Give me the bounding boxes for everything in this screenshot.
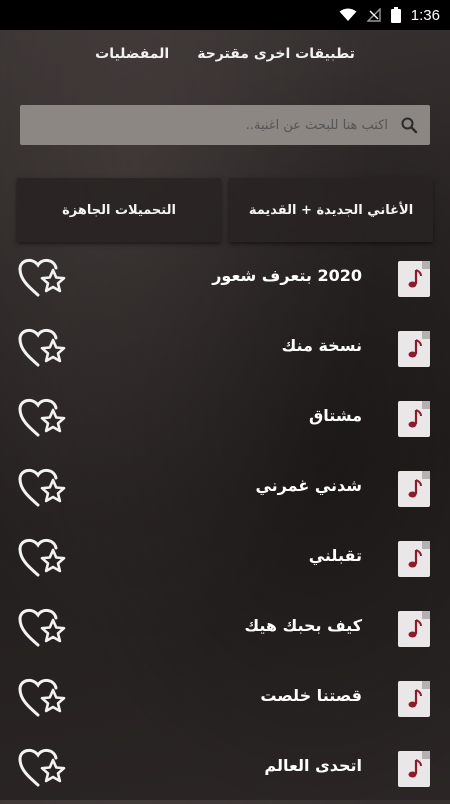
song-row[interactable]: مشتاق: [0, 384, 450, 454]
song-row[interactable]: اتحدى العالم: [0, 734, 450, 804]
heart-star-icon[interactable]: [16, 536, 66, 586]
heart-star-icon[interactable]: [16, 746, 66, 796]
song-title: قصتنا خلصت: [260, 686, 362, 705]
status-time: 1:36: [410, 6, 440, 24]
top-menu: تطبيقات اخرى مقترحة المفضليات: [0, 46, 450, 74]
search-input[interactable]: [20, 106, 388, 144]
music-note-icon: [398, 331, 430, 367]
heart-star-icon[interactable]: [16, 256, 66, 306]
music-note-icon: [398, 611, 430, 647]
song-title: شدني غمرني: [255, 476, 362, 495]
song-title: تقبلني: [308, 546, 362, 565]
music-note-icon: [398, 401, 430, 437]
song-title: نسخة منك: [281, 336, 362, 355]
ready-downloads-button[interactable]: التحميلات الجاهزة: [17, 178, 221, 242]
song-row[interactable]: نسخة منك: [0, 314, 450, 384]
music-note-icon: [398, 471, 430, 507]
tab-bar: التحميلات الجاهزة الأغاني الجديدة + القد…: [17, 178, 433, 242]
song-row[interactable]: 2020 بتعرف شعور: [0, 244, 450, 314]
status-bar: 1:36: [0, 0, 450, 30]
signal-icon: [366, 8, 381, 22]
song-title: مشتاق: [308, 406, 362, 425]
menu-suggested-apps[interactable]: تطبيقات اخرى مقترحة: [197, 46, 355, 74]
song-title: 2020 بتعرف شعور: [212, 266, 362, 285]
music-note-icon: [398, 261, 430, 297]
song-row[interactable]: شدني غمرني: [0, 454, 450, 524]
menu-favorites[interactable]: المفضليات: [95, 46, 169, 74]
music-note-icon: [398, 541, 430, 577]
song-title: كيف بحبك هيك: [244, 616, 362, 635]
wifi-icon: [339, 8, 357, 21]
new-old-songs-button[interactable]: الأغاني الجديدة + القديمة: [229, 178, 433, 242]
song-title: اتحدى العالم: [264, 756, 362, 775]
search-icon[interactable]: [400, 116, 418, 134]
heart-star-icon[interactable]: [16, 396, 66, 446]
song-row[interactable]: تقبلني: [0, 524, 450, 594]
battery-icon: [390, 7, 401, 23]
music-note-icon: [398, 681, 430, 717]
song-row[interactable]: قصتنا خلصت: [0, 664, 450, 734]
song-row[interactable]: كيف بحبك هيك: [0, 594, 450, 664]
heart-star-icon[interactable]: [16, 466, 66, 516]
heart-star-icon[interactable]: [16, 326, 66, 376]
heart-star-icon[interactable]: [16, 606, 66, 656]
search-bar: [20, 105, 430, 145]
heart-star-icon[interactable]: [16, 676, 66, 726]
song-list: 2020 بتعرف شعور نسخة منك مشتاق شدني غمرن…: [0, 244, 450, 804]
music-note-icon: [398, 751, 430, 787]
